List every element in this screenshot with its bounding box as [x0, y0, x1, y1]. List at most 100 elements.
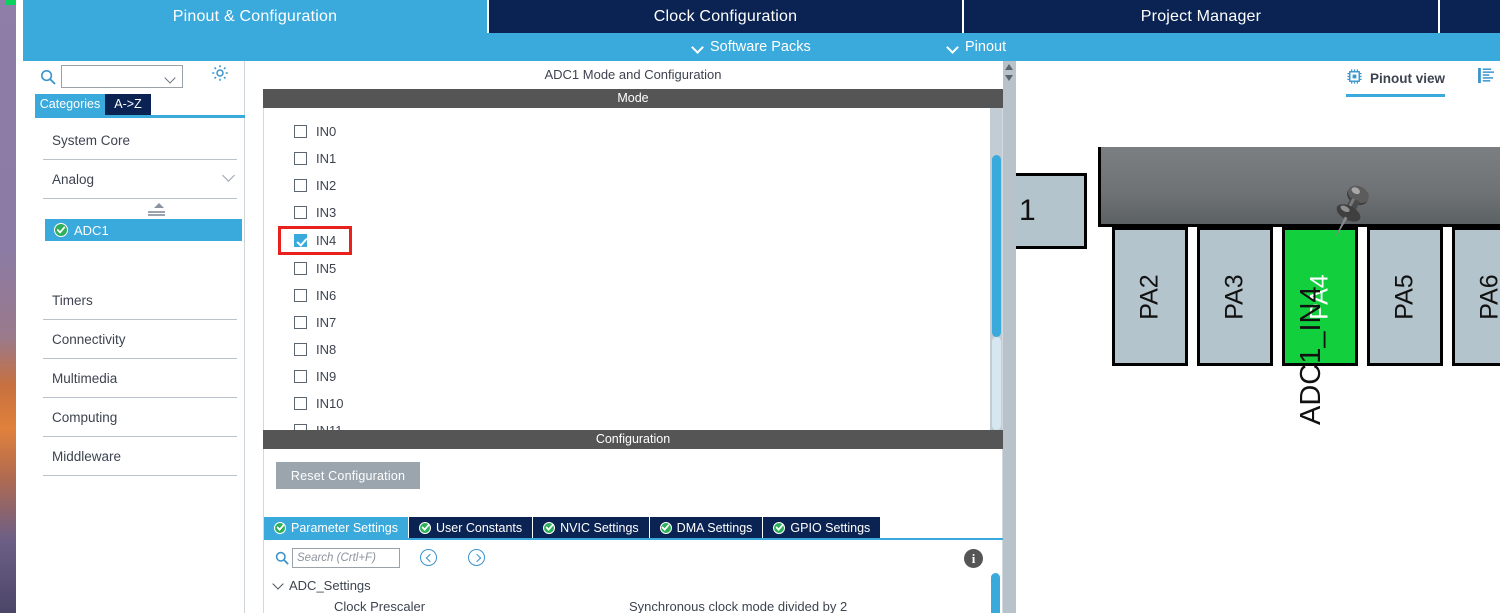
parameter-group-adc-settings[interactable]: ADC_Settings — [264, 575, 1003, 596]
tab-clock-configuration[interactable]: Clock Configuration — [489, 0, 964, 33]
checkbox-icon[interactable] — [294, 262, 307, 275]
sidebar-item-middleware[interactable]: Middleware — [43, 437, 1068, 476]
checkbox-icon[interactable] — [294, 206, 307, 219]
pinout-view-pane: Pinout view S 1 — [1016, 61, 1500, 613]
checkbox-icon[interactable] — [294, 424, 307, 430]
checkbox-icon[interactable] — [294, 343, 307, 356]
desktop-background-bleed — [0, 0, 16, 613]
info-icon[interactable]: i — [964, 549, 983, 568]
tab-project-manager[interactable]: Project Manager — [964, 0, 1440, 33]
tab-user-constants[interactable]: User Constants — [409, 517, 534, 538]
sidebar-item-timers[interactable]: Timers — [43, 281, 1068, 320]
sidebar-item-connectivity[interactable]: Connectivity — [43, 320, 1068, 359]
tab-label: DMA Settings — [676, 520, 753, 535]
category-label: System Core — [52, 132, 131, 148]
tab-pinout-and-configuration[interactable]: Pinout & Configuration — [23, 0, 489, 33]
tab-categories[interactable]: Categories — [35, 94, 105, 115]
mode-checkbox-list: IN0 IN1 IN2 IN3 IN4 IN5 IN6 IN7 IN8 IN9 … — [264, 108, 1002, 430]
tab-label: Clock Configuration — [653, 8, 798, 25]
ip-search-combo[interactable] — [61, 65, 183, 88]
checkbox-icon[interactable] — [294, 179, 307, 192]
tab-a-to-z[interactable]: A->Z — [105, 94, 151, 115]
search-icon — [275, 551, 289, 565]
system-view-button[interactable]: S — [1478, 68, 1500, 88]
mode-row[interactable]: IN0 — [264, 118, 1002, 145]
checkbox-icon[interactable] — [294, 316, 307, 329]
mode-row[interactable]: IN7 — [264, 309, 1002, 336]
mode-label: IN7 — [316, 315, 337, 330]
mode-label: IN5 — [316, 261, 337, 276]
pushpin-icon[interactable] — [1314, 177, 1384, 247]
chip-package-diagram: 1 PA2 PA3 PA4 PA5 PA6 ADC1_IN4 — [1016, 95, 1500, 613]
scroll-up-indicator-icon[interactable] — [35, 199, 245, 219]
mode-label: IN2 — [316, 178, 337, 193]
mode-row[interactable]: IN9 — [264, 363, 1002, 390]
sidebar-item-system-core[interactable]: System Core — [43, 121, 1068, 160]
sidebar-item-computing[interactable]: Computing — [43, 398, 1068, 437]
sidebar-item-adc1[interactable]: ADC1 — [45, 219, 242, 241]
window-left-margin — [16, 0, 23, 613]
chevron-left-circle-icon[interactable] — [420, 549, 437, 566]
mode-row[interactable]: IN8 — [264, 336, 1002, 363]
tab-dma-settings[interactable]: DMA Settings — [649, 517, 764, 538]
category-label: Middleware — [52, 448, 122, 464]
gear-icon[interactable] — [210, 63, 230, 83]
app-window: Pinout & Configuration Clock Configurati… — [0, 0, 1500, 613]
tab-parameter-settings[interactable]: Parameter Settings — [264, 517, 409, 538]
parameter-scrollbar-thumb[interactable] — [991, 573, 1000, 613]
sidebar-item-multimedia[interactable]: Multimedia — [43, 359, 1068, 398]
sidebar-item-analog[interactable]: Analog — [43, 160, 237, 199]
tab-label: Pinout & Configuration — [172, 8, 338, 25]
mode-label: IN4 — [316, 233, 337, 248]
center-pane-scrollbar[interactable] — [1003, 61, 1016, 613]
pin-pa6[interactable]: PA6 — [1452, 227, 1500, 366]
pinout-view-button[interactable]: Pinout view — [1346, 68, 1446, 97]
tab-nvic-settings[interactable]: NVIC Settings — [533, 517, 650, 538]
tab-a-to-z-label: A->Z — [114, 97, 142, 111]
mode-row[interactable]: IN11 — [264, 417, 1002, 430]
pin-pa5[interactable]: PA5 — [1367, 227, 1443, 366]
mode-scrollbar-thumb[interactable] — [991, 155, 1001, 337]
checkbox-icon[interactable] — [294, 152, 307, 165]
chevron-right-circle-icon[interactable] — [468, 549, 485, 566]
mode-row[interactable]: IN2 — [264, 172, 1002, 199]
chevron-down-icon[interactable] — [1005, 75, 1013, 81]
mode-label: IN3 — [316, 205, 337, 220]
mode-row[interactable]: IN5 — [264, 255, 1002, 282]
analog-children-spacer — [35, 241, 245, 281]
parameter-search-input[interactable] — [292, 548, 400, 568]
pin-label: PA5 — [1390, 273, 1419, 320]
mode-row[interactable]: IN3 — [264, 199, 1002, 226]
tab-label: GPIO Settings — [790, 520, 871, 535]
parameter-value[interactable]: Synchronous clock mode divided by 2 — [629, 599, 847, 613]
status-check-icon — [274, 521, 286, 534]
tab-label: Project Manager — [1140, 8, 1262, 25]
checkbox-icon[interactable] — [294, 125, 307, 138]
mode-row[interactable]: IN10 — [264, 390, 1002, 417]
mode-label: IN10 — [316, 396, 344, 411]
mode-row[interactable]: IN6 — [264, 282, 1002, 309]
software-packs-menu[interactable]: Software Packs — [693, 33, 811, 61]
pin-pa2[interactable]: PA2 — [1112, 227, 1188, 366]
category-list: System Core Analog ADC1 Timers Connectiv… — [35, 121, 1068, 476]
pin-pa3[interactable]: PA3 — [1197, 227, 1273, 366]
pinout-menu[interactable]: Pinout — [948, 33, 1006, 61]
mode-scrollbar[interactable] — [990, 108, 1002, 430]
mode-row[interactable]: IN1 — [264, 145, 1002, 172]
pin-number-label: 1 — [1019, 194, 1036, 227]
tab-bar-filler — [1440, 0, 1500, 33]
configuration-tab-bar: Parameter Settings User Constants NVIC S… — [264, 517, 882, 538]
checkbox-icon[interactable] — [294, 234, 307, 247]
mode-row-in4-highlighted[interactable]: IN4 — [278, 226, 352, 255]
tab-gpio-settings[interactable]: GPIO Settings — [763, 517, 882, 538]
pin-corner-marker[interactable]: 1 — [1016, 173, 1087, 249]
mode-label: IN6 — [316, 288, 337, 303]
chevron-up-icon[interactable] — [1005, 64, 1013, 70]
configuration-section-header: Configuration — [263, 430, 1003, 449]
mode-scrollbar-track-remainder[interactable] — [991, 337, 1001, 430]
checkbox-icon[interactable] — [294, 289, 307, 302]
table-row[interactable]: Clock Prescaler Synchronous clock mode d… — [264, 596, 1003, 613]
reset-configuration-button[interactable]: Reset Configuration — [276, 462, 420, 489]
checkbox-icon[interactable] — [294, 370, 307, 383]
checkbox-icon[interactable] — [294, 397, 307, 410]
